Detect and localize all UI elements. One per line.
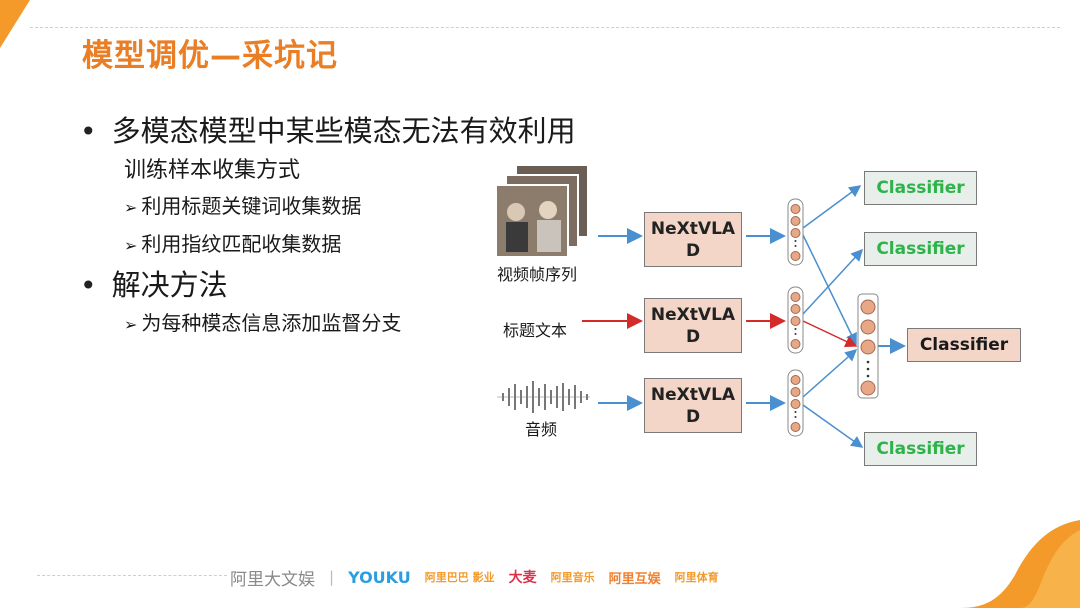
classifier-fused: Classifier [907, 328, 1021, 362]
audio-waveform-image [497, 381, 590, 413]
caption-audio: 音频 [525, 420, 558, 439]
damai-logo: 大麦 [508, 570, 537, 586]
diagram-connections [495, 164, 1080, 608]
video-frames-image [495, 164, 589, 258]
ali-music-logo: 阿里音乐 [550, 571, 595, 584]
feature-vector-text [787, 286, 804, 354]
classifier-video: Classifier [864, 171, 977, 205]
fused-feature-vector [857, 293, 879, 399]
ali-sports-logo: 阿里体育 [674, 571, 719, 584]
nextvlad-encoder-text: NeXtVLA D [644, 298, 742, 353]
nextvlad-encoder-audio: NeXtVLA D [644, 378, 742, 433]
youku-logo: YOUKU [348, 567, 411, 587]
footer-logos: 阿里大文娱 | YOUKU 阿里巴巴 影业 大麦 阿里音乐 阿里互娱 阿里体育 [230, 562, 719, 592]
brand-logo: 阿里大文娱 [230, 569, 315, 590]
separator: | [329, 568, 335, 586]
classifier-audio: Classifier [864, 432, 977, 466]
alibaba-pictures-logo: 阿里巴巴 影业 [424, 571, 495, 584]
caption-text: 标题文本 [503, 321, 568, 340]
classifier-text: Classifier [864, 232, 977, 266]
bottom-divider [37, 575, 227, 576]
ali-games-logo: 阿里互娱 [608, 571, 661, 587]
nextvlad-encoder-video: NeXtVLA D [644, 212, 742, 267]
feature-vector-video [787, 198, 804, 266]
caption-video: 视频帧序列 [497, 265, 578, 284]
feature-vector-audio [787, 369, 804, 437]
